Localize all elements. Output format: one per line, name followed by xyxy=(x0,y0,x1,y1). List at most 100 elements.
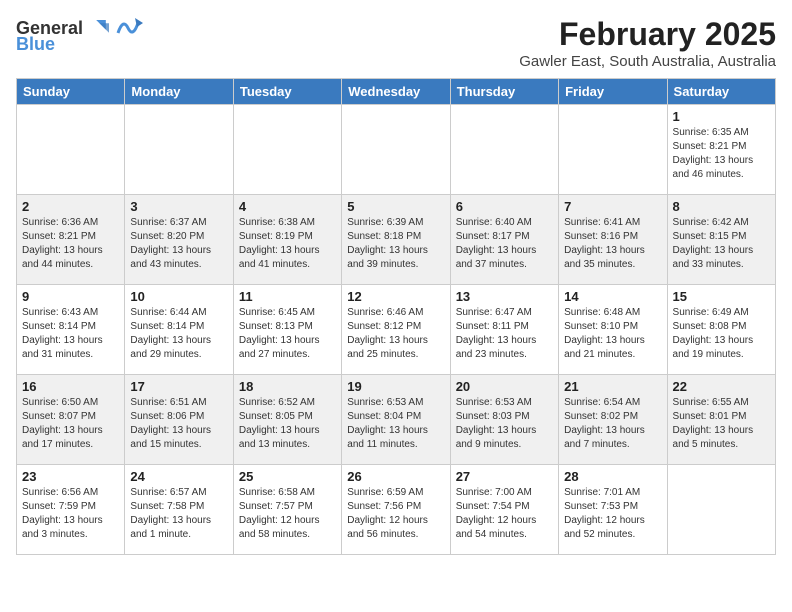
day-number: 22 xyxy=(673,379,770,394)
calendar-header-monday: Monday xyxy=(125,79,233,105)
logo-icon xyxy=(85,16,109,40)
day-info: Sunrise: 6:52 AM Sunset: 8:05 PM Dayligh… xyxy=(239,396,336,452)
day-info: Sunrise: 6:46 AM Sunset: 8:12 PM Dayligh… xyxy=(347,306,444,362)
calendar-week-row: 2 Sunrise: 6:36 AM Sunset: 8:21 PM Daylig… xyxy=(17,195,776,285)
logo-blue: Blue xyxy=(16,34,55,55)
day-info: Sunrise: 6:51 AM Sunset: 8:06 PM Dayligh… xyxy=(130,396,227,452)
calendar-cell: 15 Sunrise: 6:49 AM Sunset: 8:08 PM Dayli… xyxy=(667,285,775,375)
calendar-cell: 18 Sunrise: 6:52 AM Sunset: 8:05 PM Dayli… xyxy=(233,375,341,465)
calendar-table: SundayMondayTuesdayWednesdayThursdayFrid… xyxy=(16,78,776,555)
day-info: Sunrise: 6:59 AM Sunset: 7:56 PM Dayligh… xyxy=(347,486,444,542)
day-info: Sunrise: 6:41 AM Sunset: 8:16 PM Dayligh… xyxy=(564,216,661,272)
calendar-cell: 17 Sunrise: 6:51 AM Sunset: 8:06 PM Dayli… xyxy=(125,375,233,465)
calendar-cell: 4 Sunrise: 6:38 AM Sunset: 8:19 PM Daylig… xyxy=(233,195,341,285)
calendar-cell: 25Sunrise: 6:58 AM Sunset: 7:57 PM Dayli… xyxy=(233,465,341,555)
day-number: 15 xyxy=(673,289,770,304)
calendar-cell xyxy=(559,105,667,195)
day-number: 3 xyxy=(130,199,227,214)
day-info: Sunrise: 6:43 AM Sunset: 8:14 PM Dayligh… xyxy=(22,306,119,362)
day-number: 6 xyxy=(456,199,553,214)
day-number: 23 xyxy=(22,469,119,484)
day-number: 7 xyxy=(564,199,661,214)
calendar-header-wednesday: Wednesday xyxy=(342,79,450,105)
day-info: Sunrise: 6:45 AM Sunset: 8:13 PM Dayligh… xyxy=(239,306,336,362)
day-info: Sunrise: 6:35 AM Sunset: 8:21 PM Dayligh… xyxy=(673,126,770,182)
day-info: Sunrise: 6:37 AM Sunset: 8:20 PM Dayligh… xyxy=(130,216,227,272)
day-number: 9 xyxy=(22,289,119,304)
day-info: Sunrise: 6:39 AM Sunset: 8:18 PM Dayligh… xyxy=(347,216,444,272)
calendar-cell: 24 Sunrise: 6:57 AM Sunset: 7:58 PM Dayli… xyxy=(125,465,233,555)
calendar-week-row: 9 Sunrise: 6:43 AM Sunset: 8:14 PM Daylig… xyxy=(17,285,776,375)
calendar-week-row: 16 Sunrise: 6:50 AM Sunset: 8:07 PM Dayli… xyxy=(17,375,776,465)
day-number: 20 xyxy=(456,379,553,394)
calendar-header-tuesday: Tuesday xyxy=(233,79,341,105)
calendar-cell: 1 Sunrise: 6:35 AM Sunset: 8:21 PM Daylig… xyxy=(667,105,775,195)
calendar-cell: 26 Sunrise: 6:59 AM Sunset: 7:56 PM Dayli… xyxy=(342,465,450,555)
calendar-cell: 16 Sunrise: 6:50 AM Sunset: 8:07 PM Dayli… xyxy=(17,375,125,465)
calendar-cell xyxy=(125,105,233,195)
day-number: 28 xyxy=(564,469,661,484)
day-number: 1 xyxy=(673,109,770,124)
calendar-cell xyxy=(667,465,775,555)
calendar-header-row: SundayMondayTuesdayWednesdayThursdayFrid… xyxy=(17,79,776,105)
day-number: 4 xyxy=(239,199,336,214)
calendar-cell: 20Sunrise: 6:53 AM Sunset: 8:03 PM Dayli… xyxy=(450,375,558,465)
calendar-cell xyxy=(17,105,125,195)
calendar-header-saturday: Saturday xyxy=(667,79,775,105)
calendar-cell: 11 Sunrise: 6:45 AM Sunset: 8:13 PM Dayli… xyxy=(233,285,341,375)
calendar-cell xyxy=(233,105,341,195)
day-number: 19 xyxy=(347,379,444,394)
day-number: 14 xyxy=(564,289,661,304)
day-info: Sunrise: 6:38 AM Sunset: 8:19 PM Dayligh… xyxy=(239,216,336,272)
calendar-week-row: 1 Sunrise: 6:35 AM Sunset: 8:21 PM Daylig… xyxy=(17,105,776,195)
calendar-cell: 8Sunrise: 6:42 AM Sunset: 8:15 PM Daylig… xyxy=(667,195,775,285)
calendar-cell: 3 Sunrise: 6:37 AM Sunset: 8:20 PM Daylig… xyxy=(125,195,233,285)
day-number: 2 xyxy=(22,199,119,214)
day-number: 21 xyxy=(564,379,661,394)
calendar-cell: 21 Sunrise: 6:54 AM Sunset: 8:02 PM Dayli… xyxy=(559,375,667,465)
calendar-cell: 27 Sunrise: 7:00 AM Sunset: 7:54 PM Dayli… xyxy=(450,465,558,555)
day-number: 27 xyxy=(456,469,553,484)
calendar-cell: 12Sunrise: 6:46 AM Sunset: 8:12 PM Dayli… xyxy=(342,285,450,375)
calendar-cell: 9 Sunrise: 6:43 AM Sunset: 8:14 PM Daylig… xyxy=(17,285,125,375)
calendar-week-row: 23 Sunrise: 6:56 AM Sunset: 7:59 PM Dayli… xyxy=(17,465,776,555)
day-info: Sunrise: 6:47 AM Sunset: 8:11 PM Dayligh… xyxy=(456,306,553,362)
calendar-cell: 7 Sunrise: 6:41 AM Sunset: 8:16 PM Daylig… xyxy=(559,195,667,285)
day-number: 26 xyxy=(347,469,444,484)
day-info: Sunrise: 7:00 AM Sunset: 7:54 PM Dayligh… xyxy=(456,486,553,542)
title-block: February 2025 Gawler East, South Austral… xyxy=(519,16,776,70)
calendar-cell: 14 Sunrise: 6:48 AM Sunset: 8:10 PM Dayli… xyxy=(559,285,667,375)
calendar-cell: 6Sunrise: 6:40 AM Sunset: 8:17 PM Daylig… xyxy=(450,195,558,285)
calendar-cell: 22 Sunrise: 6:55 AM Sunset: 8:01 PM Dayli… xyxy=(667,375,775,465)
day-info: Sunrise: 6:36 AM Sunset: 8:21 PM Dayligh… xyxy=(22,216,119,272)
day-number: 13 xyxy=(456,289,553,304)
calendar-header-thursday: Thursday xyxy=(450,79,558,105)
location-title: Gawler East, South Australia, Australia xyxy=(519,53,776,70)
day-number: 24 xyxy=(130,469,227,484)
day-info: Sunrise: 6:56 AM Sunset: 7:59 PM Dayligh… xyxy=(22,486,119,542)
calendar-cell: 23 Sunrise: 6:56 AM Sunset: 7:59 PM Dayli… xyxy=(17,465,125,555)
day-info: Sunrise: 6:53 AM Sunset: 8:04 PM Dayligh… xyxy=(347,396,444,452)
calendar-header-sunday: Sunday xyxy=(17,79,125,105)
calendar-cell: 28 Sunrise: 7:01 AM Sunset: 7:53 PM Dayli… xyxy=(559,465,667,555)
calendar-cell: 19 Sunrise: 6:53 AM Sunset: 8:04 PM Dayli… xyxy=(342,375,450,465)
day-info: Sunrise: 6:54 AM Sunset: 8:02 PM Dayligh… xyxy=(564,396,661,452)
day-info: Sunrise: 6:44 AM Sunset: 8:14 PM Dayligh… xyxy=(130,306,227,362)
day-info: Sunrise: 6:55 AM Sunset: 8:01 PM Dayligh… xyxy=(673,396,770,452)
day-info: Sunrise: 6:50 AM Sunset: 8:07 PM Dayligh… xyxy=(22,396,119,452)
day-info: Sunrise: 7:01 AM Sunset: 7:53 PM Dayligh… xyxy=(564,486,661,542)
day-info: Sunrise: 6:57 AM Sunset: 7:58 PM Dayligh… xyxy=(130,486,227,542)
day-number: 11 xyxy=(239,289,336,304)
logo-wave-icon xyxy=(113,13,143,43)
calendar-header-friday: Friday xyxy=(559,79,667,105)
day-info: Sunrise: 6:49 AM Sunset: 8:08 PM Dayligh… xyxy=(673,306,770,362)
day-number: 18 xyxy=(239,379,336,394)
month-title: February 2025 xyxy=(519,16,776,53)
day-info: Sunrise: 6:48 AM Sunset: 8:10 PM Dayligh… xyxy=(564,306,661,362)
calendar-cell xyxy=(342,105,450,195)
day-info: Sunrise: 6:58 AM Sunset: 7:57 PM Dayligh… xyxy=(239,486,336,542)
day-number: 8 xyxy=(673,199,770,214)
day-number: 17 xyxy=(130,379,227,394)
day-number: 16 xyxy=(22,379,119,394)
page-header: General Blue February 2025 Gawler East, … xyxy=(16,16,776,70)
